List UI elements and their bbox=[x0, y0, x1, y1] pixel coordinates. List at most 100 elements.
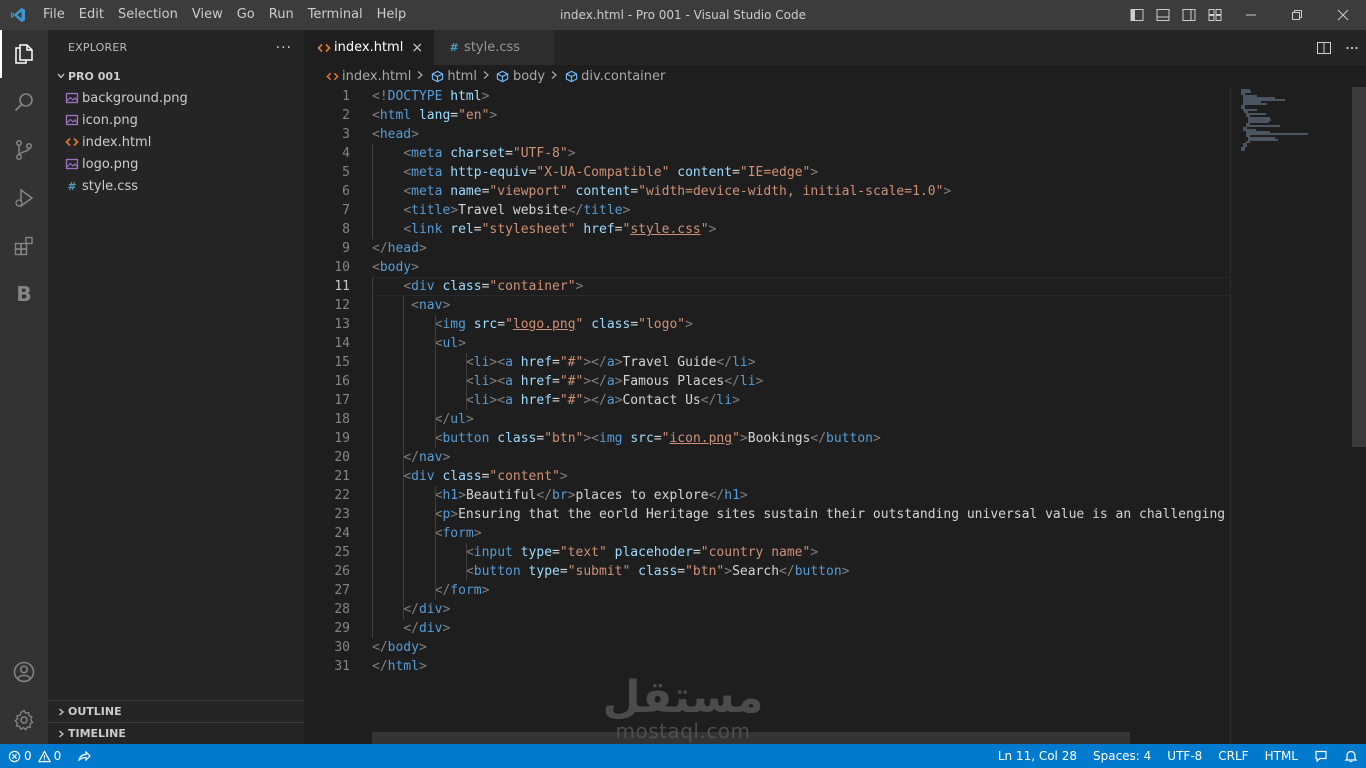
breadcrumb-item-body[interactable]: body bbox=[495, 68, 545, 84]
search-icon[interactable] bbox=[0, 78, 48, 126]
html-file-icon bbox=[316, 40, 332, 56]
toggle-secondary-sidebar-icon[interactable] bbox=[1176, 0, 1202, 30]
cursor-position[interactable]: Ln 11, Col 28 bbox=[990, 744, 1085, 768]
minimap-line bbox=[1241, 149, 1246, 151]
menu-edit[interactable]: Edit bbox=[72, 0, 111, 30]
end-of-line[interactable]: CRLF bbox=[1210, 744, 1256, 768]
code-line[interactable]: <body> bbox=[372, 258, 1230, 277]
run-debug-icon[interactable] bbox=[0, 174, 48, 222]
timeline-section[interactable]: TIMELINE bbox=[48, 722, 304, 744]
code-line[interactable]: <nav> bbox=[372, 296, 1230, 315]
extensions-icon[interactable] bbox=[0, 222, 48, 270]
source-control-icon[interactable] bbox=[0, 126, 48, 174]
menu-file[interactable]: File bbox=[36, 0, 72, 30]
settings-gear-icon[interactable] bbox=[0, 696, 48, 744]
customize-layout-icon[interactable] bbox=[1202, 0, 1228, 30]
code-line[interactable]: <p>Ensuring that the eorld Heritage site… bbox=[372, 505, 1230, 524]
code-line[interactable]: </head> bbox=[372, 239, 1230, 258]
code-token: html bbox=[387, 659, 419, 674]
code-line[interactable]: <div class="content"> bbox=[372, 467, 1230, 486]
menu-run[interactable]: Run bbox=[262, 0, 301, 30]
accounts-icon[interactable] bbox=[0, 648, 48, 696]
code-line[interactable]: <div class="container"> bbox=[372, 277, 1230, 296]
code-line[interactable]: </nav> bbox=[372, 448, 1230, 467]
menu-go[interactable]: Go bbox=[230, 0, 262, 30]
code-line[interactable]: <li><a href="#"></a>Famous Places</li> bbox=[372, 372, 1230, 391]
code-token: </ bbox=[724, 374, 740, 389]
code-line[interactable]: </ul> bbox=[372, 410, 1230, 429]
outline-section[interactable]: OUTLINE bbox=[48, 700, 304, 722]
file-index-html[interactable]: index.html bbox=[48, 131, 304, 153]
code-line[interactable]: </html> bbox=[372, 657, 1230, 676]
live-share-icon[interactable] bbox=[69, 744, 99, 768]
close-window-icon[interactable] bbox=[1320, 0, 1366, 30]
close-icon[interactable]: × bbox=[411, 40, 423, 56]
file-encoding[interactable]: UTF-8 bbox=[1159, 744, 1210, 768]
code-token: div bbox=[411, 279, 435, 294]
notifications-bell-icon[interactable] bbox=[1336, 744, 1366, 768]
code-line[interactable]: <li><a href="#"></a>Contact Us</li> bbox=[372, 391, 1230, 410]
code-line[interactable]: </div> bbox=[372, 619, 1230, 638]
code-token: "en" bbox=[458, 108, 490, 123]
code-line[interactable]: </body> bbox=[372, 638, 1230, 657]
code-line[interactable]: <html lang="en"> bbox=[372, 106, 1230, 125]
minimap[interactable] bbox=[1230, 87, 1350, 744]
file-icon-png[interactable]: icon.png bbox=[48, 109, 304, 131]
split-editor-icon[interactable] bbox=[1310, 30, 1338, 65]
code-line[interactable]: <meta charset="UTF-8"> bbox=[372, 144, 1230, 163]
vertical-scrollbar[interactable] bbox=[1352, 87, 1366, 744]
tab-style-css[interactable]: # style.css bbox=[434, 30, 556, 65]
restore-icon[interactable] bbox=[1274, 0, 1320, 30]
menu-help[interactable]: Help bbox=[370, 0, 414, 30]
file-style-css[interactable]: # style.css bbox=[48, 175, 304, 197]
code-area[interactable]: <!DOCTYPE html> <html lang="en"> <head> <m… bbox=[372, 87, 1230, 676]
code-line[interactable]: <form> bbox=[372, 524, 1230, 543]
file-logo-png[interactable]: logo.png bbox=[48, 153, 304, 175]
code-line[interactable]: <img src="logo.png" class="logo"> bbox=[372, 315, 1230, 334]
bootstrap-extension-icon[interactable]: B bbox=[0, 270, 48, 318]
code-token: </ bbox=[700, 393, 717, 408]
more-actions-icon[interactable]: ··· bbox=[276, 40, 292, 56]
code-token: < bbox=[465, 564, 474, 579]
minimize-icon[interactable] bbox=[1228, 0, 1274, 30]
feedback-icon[interactable] bbox=[1306, 744, 1336, 768]
menu-view[interactable]: View bbox=[185, 0, 230, 30]
toggle-panel-icon[interactable] bbox=[1150, 0, 1176, 30]
code-line[interactable]: </form> bbox=[372, 581, 1230, 600]
problems-status[interactable]: 0 0 bbox=[0, 744, 69, 768]
code-token: "viewport" bbox=[489, 184, 568, 199]
tab-index-html[interactable]: index.html × bbox=[304, 30, 435, 65]
indentation-setting[interactable]: Spaces: 4 bbox=[1085, 744, 1159, 768]
code-line[interactable]: <meta name="viewport" content="width=dev… bbox=[372, 182, 1230, 201]
menu-selection[interactable]: Selection bbox=[111, 0, 185, 30]
file-background-png[interactable]: background.png bbox=[48, 87, 304, 109]
breadcrumb-item-html[interactable]: html bbox=[429, 68, 477, 84]
breadcrumb-item-div-container[interactable]: div.container bbox=[563, 68, 665, 84]
breadcrumb-item-file[interactable]: index.html bbox=[324, 68, 411, 84]
explorer-icon[interactable] bbox=[0, 30, 48, 78]
more-actions-icon[interactable] bbox=[1338, 30, 1366, 65]
code-line[interactable]: <button class="btn"><img src="icon.png">… bbox=[372, 429, 1230, 448]
folder-pro-001[interactable]: PRO 001 bbox=[48, 65, 304, 87]
code-line[interactable]: <!DOCTYPE html> bbox=[372, 87, 1230, 106]
code-line[interactable]: <li><a href="#"></a>Travel Guide</li> bbox=[372, 353, 1230, 372]
code-editor[interactable]: 1 2 3 4 5 6 7 8 9 10 11 12 13 14 15 16 17 18 19 20 21 22 23 24 2… bbox=[304, 87, 1366, 744]
scrollbar-thumb[interactable] bbox=[1352, 87, 1366, 447]
language-mode[interactable]: HTML bbox=[1257, 744, 1306, 768]
code-line[interactable]: </div> bbox=[372, 600, 1230, 619]
code-line[interactable]: <head> bbox=[372, 125, 1230, 144]
code-line[interactable]: <input type="text" placehoder="country n… bbox=[372, 543, 1230, 562]
code-token: div bbox=[411, 469, 435, 484]
code-line[interactable]: <meta http-equiv = "X-UA-Compatible" conte… bbox=[372, 163, 1230, 182]
code-line[interactable]: <link rel="stylesheet" href="style.css"> bbox=[372, 220, 1230, 239]
menu-terminal[interactable]: Terminal bbox=[301, 0, 370, 30]
code-line[interactable]: <ul> bbox=[372, 334, 1230, 353]
code-token: "container" bbox=[489, 279, 576, 294]
horizontal-scrollbar[interactable] bbox=[372, 732, 1130, 744]
toggle-sidebar-icon[interactable] bbox=[1124, 0, 1150, 30]
code-token: a bbox=[606, 374, 615, 389]
code-line[interactable]: <title>Travel website</title> bbox=[372, 201, 1230, 220]
code-line[interactable]: <h1>Beautiful</br>places to explore</h1> bbox=[372, 486, 1230, 505]
code-line[interactable]: <button type="submit" class="btn">Search… bbox=[372, 562, 1230, 581]
